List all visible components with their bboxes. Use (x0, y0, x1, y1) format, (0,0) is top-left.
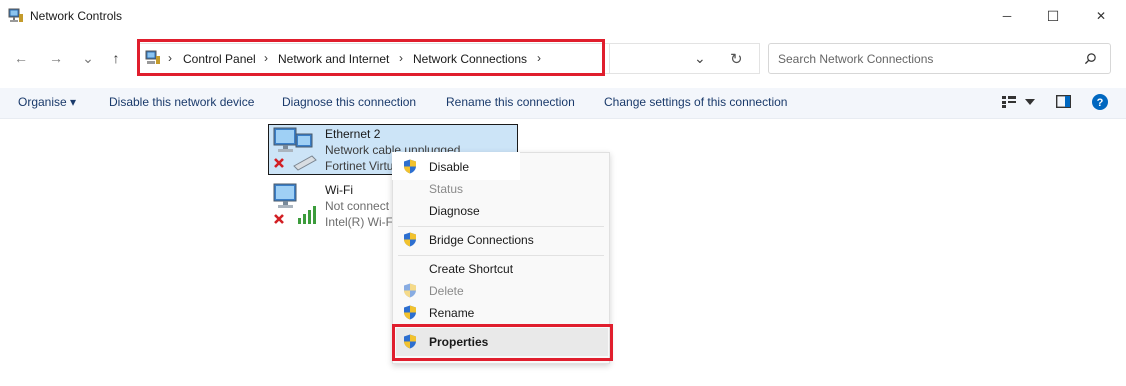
back-arrow-icon: ← (14, 50, 28, 66)
view-dropdown-icon[interactable] (1025, 99, 1035, 105)
connection-name: Ethernet 2 (325, 127, 381, 141)
connection-name[interactable]: Wi-Fi (325, 183, 353, 197)
connection-adapter: Fortinet Virtu (325, 159, 394, 173)
up-button[interactable]: ↑ (104, 46, 128, 70)
window-title: Network Controls (30, 9, 123, 23)
chevron-down-icon: ⌄ (82, 49, 94, 66)
search-input[interactable]: Search Network Connections (778, 52, 933, 66)
uac-shield-icon (404, 283, 416, 298)
title-bar (0, 0, 1126, 32)
forward-arrow-icon: → (49, 50, 63, 66)
menu-item-diagnose[interactable]: Diagnose (429, 204, 480, 218)
minimize-icon: ─ (1002, 9, 1012, 23)
close-button[interactable]: ✕ (1078, 0, 1124, 32)
svg-text:?: ? (1097, 97, 1104, 109)
menu-separator (398, 255, 604, 256)
menu-item-bridge-connections[interactable]: Bridge Connections (429, 233, 534, 247)
address-highlight-box (137, 39, 605, 76)
organise-menu-button[interactable]: Organise ▾ (18, 95, 76, 109)
diagnose-connection-button[interactable]: Diagnose this connection (282, 95, 416, 109)
menu-item-status[interactable]: Status (429, 182, 463, 196)
address-dropdown-icon[interactable]: ⌄ (694, 50, 706, 67)
menu-item-disable[interactable]: Disable (429, 160, 469, 174)
maximize-button[interactable]: ☐ (1030, 0, 1076, 32)
back-button[interactable]: ← (9, 46, 33, 70)
properties-highlight-box (392, 324, 613, 361)
close-icon: ✕ (1095, 9, 1107, 23)
connection-adapter: Intel(R) Wi-F (325, 215, 393, 229)
up-arrow-icon: ↑ (112, 50, 120, 66)
refresh-icon[interactable]: ↻ (730, 50, 743, 68)
menu-item-create-shortcut[interactable]: Create Shortcut (429, 262, 513, 276)
forward-button[interactable]: → (44, 46, 68, 70)
maximize-icon: ☐ (1046, 7, 1060, 24)
connection-status: Not connect (325, 199, 390, 213)
disable-device-button[interactable]: Disable this network device (109, 95, 254, 109)
preview-pane-icon[interactable] (1056, 95, 1071, 108)
uac-shield-icon (404, 232, 416, 247)
ethernet-adapter-icon (273, 127, 317, 171)
menu-item-delete[interactable]: Delete (429, 284, 464, 298)
minimize-button[interactable]: ─ (984, 0, 1030, 32)
wifi-adapter-icon (273, 183, 316, 224)
recent-locations-button[interactable]: ⌄ (76, 46, 100, 70)
network-connections-app-icon (8, 8, 23, 22)
help-icon[interactable]: ? (1092, 94, 1108, 110)
view-options-icon[interactable] (1002, 96, 1016, 108)
change-settings-button[interactable]: Change settings of this connection (604, 95, 787, 109)
uac-shield-icon (404, 305, 416, 320)
menu-item-rename[interactable]: Rename (429, 306, 474, 320)
search-icon[interactable] (1084, 52, 1097, 65)
rename-connection-button[interactable]: Rename this connection (446, 95, 575, 109)
uac-shield-icon (404, 159, 416, 174)
menu-separator (398, 226, 604, 227)
